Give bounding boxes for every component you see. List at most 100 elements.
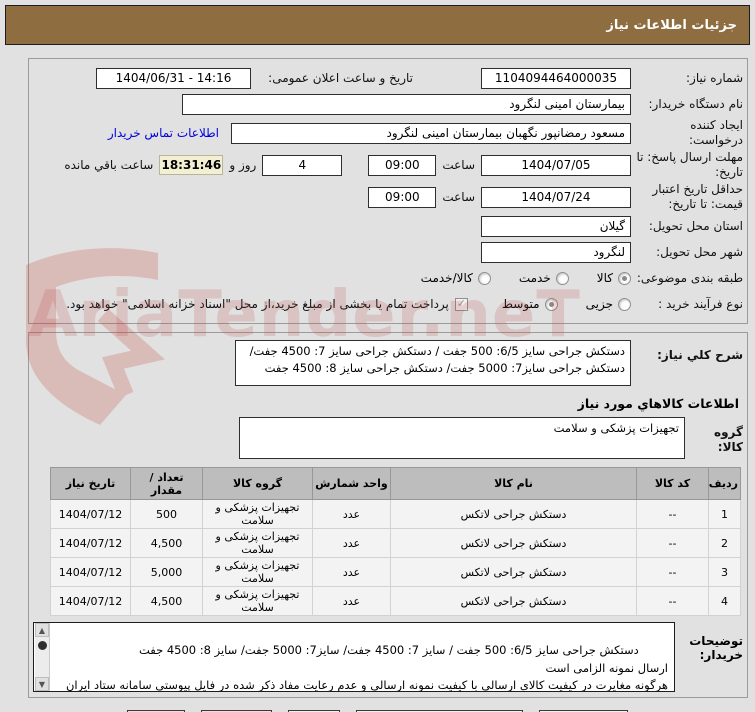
table-cell: 2 [708,528,741,558]
remaining-time-label: ساعت باقي مانده [64,158,154,172]
price-validity-hour-label: ساعت [442,190,475,204]
table-cell: تجهیزات پزشکی و سلامت [202,499,313,529]
table-cell: 1404/07/12 [50,528,131,558]
radio-goods-service-label: کالا/خدمت [420,271,473,285]
radio-service-label: خدمت [518,271,551,285]
remaining-days-label: روز و [229,158,257,172]
radio-goods-service[interactable] [477,271,491,285]
table-header-cell: کد کالا [636,467,709,500]
need-number-field[interactable]: 1104094464000035 [481,67,631,89]
table-cell: تجهیزات پزشکی و سلامت [202,528,313,558]
radio-minor[interactable] [618,297,631,311]
goods-groupbox: شرح کلي نیاز: دستکش جراحی سایز 6/5: 500 … [28,332,748,698]
table-header-cell: تعداد / مقدار [130,467,203,500]
row-subject-class: طبقه بندی موضوعی: کالا خدمت کالا/خدمت [33,266,743,290]
buyer-name-label: نام دستگاه خریدار: [648,96,744,111]
announce-datetime-field[interactable]: 1404/06/31 - 14:16 [96,67,251,89]
table-cell: 3 [708,557,741,587]
table-cell: -- [636,586,709,616]
row-buyer-name: نام دستگاه خریدار: بیمارستان امینی لنگرو… [33,92,743,116]
reply-deadline-date-field[interactable]: 1404/07/05 [481,154,631,176]
row-delivery-city: شهر محل تحویل: لنگرود [33,240,743,264]
delivery-province-label: استان محل تحویل: [648,218,743,233]
table-header-cell: نام کالا [390,467,637,500]
reply-deadline-hour-label: ساعت [442,158,475,172]
announce-datetime-label: تاریخ و ساعت اعلان عمومی: [268,71,413,85]
radio-medium[interactable] [544,297,558,311]
radio-goods-label: کالا [596,271,613,285]
buyer-notes-field[interactable]: دستکش جراحی سایز 6/5: 500 جفت / سایز 7: … [33,622,675,692]
row-purchase-process: نوع فرآیند خرید : جزیی متوسط پرداخت تمام… [33,292,743,316]
table-cell: دستکش جراحی لاتکس [390,499,637,529]
buyer-notes-text: دستکش جراحی سایز 6/5: 500 جفت / سایز 7: … [65,643,668,692]
scroll-up-icon[interactable]: ▲ [35,623,49,637]
goods-table: ردیف کد کالا نام کالا واحد شمارش گروه کالا تع… [50,467,741,616]
reply-deadline-time-field[interactable]: 09:00 [368,154,437,176]
purchase-process-label: نوع فرآیند خرید : [658,296,743,311]
goods-info-heading: اطلاعات کالاهاي مورد نیاز [577,396,739,411]
table-header-cell: ردیف [708,467,741,500]
radio-goods[interactable] [618,271,631,285]
table-header-cell: گروه کالا [202,467,313,500]
page-title: جزئیات اطلاعات نیاز [606,17,737,33]
row-need-number: شماره نیاز: 1104094464000035 تاریخ و ساع… [33,66,743,90]
row-overall-description: شرح کلي نیاز: دستکش جراحی سایز 6/5: 500 … [33,340,743,386]
page-title-bar: جزئیات اطلاعات نیاز [5,5,750,45]
table-cell: -- [636,499,709,529]
request-creator-label: ایجاد کننده درخواست: [689,118,743,147]
table-cell: 4,500 [130,528,203,558]
row-goods-group: گروه کالا: تجهیزات پزشکی و سلامت [33,417,743,459]
goods-table-body: 1 -- دستکش جراحی لاتکس عدد تجهیزات پزشکی و س… [50,499,741,616]
table-cell: تجهیزات پزشکی و سلامت [202,586,313,616]
delivery-city-field[interactable]: لنگرود [481,241,631,263]
row-reply-deadline: مهلت ارسال پاسخ: تا تاریخ: 1404/07/05 سا… [33,150,743,180]
scroll-thumb[interactable] [37,641,47,650]
table-row: 3 -- دستکش جراحی لاتکس عدد تجهیزات پزشکی و س… [50,557,741,587]
table-cell: دستکش جراحی لاتکس [390,528,637,558]
table-cell: 4 [708,586,741,616]
scroll-down-icon[interactable]: ▼ [35,677,49,691]
table-cell: 1 [708,499,741,529]
need-info-groupbox: شماره نیاز: 1104094464000035 تاریخ و ساع… [28,58,748,324]
buyer-notes-label: توضیحات خریدار: [689,634,743,662]
table-cell: 500 [130,499,203,529]
price-validity-time-field[interactable]: 09:00 [368,186,437,208]
table-cell: 1404/07/12 [50,586,131,616]
request-creator-field[interactable]: مسعود رمضانپور نگهبان بیمارستان امینی لن… [231,122,631,144]
row-request-creator: ایجاد کننده درخواست: مسعود رمضانپور نگهب… [33,118,743,148]
treasury-docs-checkbox[interactable] [454,297,468,311]
remaining-days-field[interactable]: 4 [262,154,343,176]
remaining-time-countdown: 18:31:46 [159,155,224,175]
radio-medium-label: متوسط [501,297,540,311]
table-cell: -- [636,528,709,558]
table-cell: دستکش جراحی لاتکس [390,557,637,587]
notes-scrollbar[interactable]: ▲ ▼ [34,623,50,691]
overall-description-field[interactable]: دستکش جراحی سایز 6/5: 500 جفت / دستکش جر… [235,340,631,386]
table-header-cell: تاریخ نیاز [50,467,131,500]
delivery-city-label: شهر محل تحویل: [656,244,743,259]
table-cell: 1404/07/12 [50,557,131,587]
table-row: 1 -- دستکش جراحی لاتکس عدد تجهیزات پزشکی و س… [50,499,741,529]
table-cell: 4,500 [130,586,203,616]
table-cell: 1404/07/12 [50,499,131,529]
table-row: 4 -- دستکش جراحی لاتکس عدد تجهیزات پزشکی و س… [50,586,741,616]
table-cell: عدد [312,499,391,529]
radio-service[interactable] [555,271,569,285]
table-cell: تجهیزات پزشکی و سلامت [202,557,313,587]
goods-table-header-row: ردیف کد کالا نام کالا واحد شمارش گروه کالا تع… [50,467,741,500]
buyer-name-field[interactable]: بیمارستان امینی لنگرود [182,93,631,115]
table-cell: -- [636,557,709,587]
table-cell: دستکش جراحی لاتکس [390,586,637,616]
row-buyer-notes: توضیحات خریدار: دستکش جراحی سایز 6/5: 50… [33,622,743,692]
need-number-label: شماره نیاز: [686,70,743,85]
table-row: 2 -- دستکش جراحی لاتکس عدد تجهیزات پزشکی و س… [50,528,741,558]
overall-description-label: شرح کلي نیاز: [657,348,743,362]
table-cell: عدد [312,528,391,558]
price-validity-date-field[interactable]: 1404/07/24 [481,186,631,208]
buyer-contact-link[interactable]: اطلاعات تماس خریدار [108,126,219,140]
table-cell: 5,000 [130,557,203,587]
goods-group-field[interactable]: تجهیزات پزشکی و سلامت [239,417,685,459]
delivery-province-field[interactable]: گیلان [481,215,631,237]
subject-class-label: طبقه بندی موضوعی: [636,270,743,285]
radio-minor-label: جزیی [585,297,613,311]
